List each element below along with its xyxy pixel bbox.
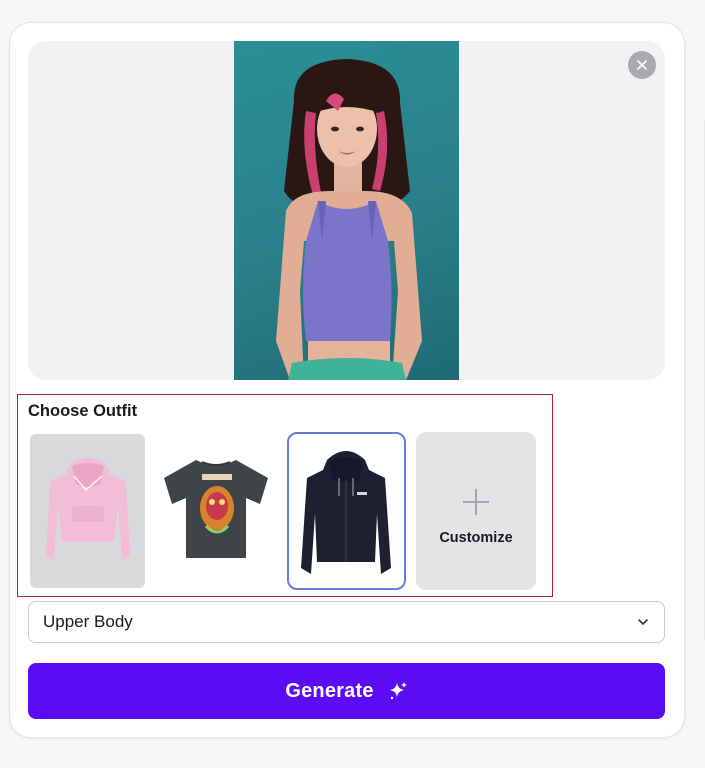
body-part-select[interactable]: Upper Body: [28, 601, 665, 643]
model-illustration: [276, 59, 422, 380]
outfit-option-pink-hoodie[interactable]: [30, 434, 145, 588]
body-part-selected-value: Upper Body: [43, 612, 133, 631]
close-button[interactable]: [628, 51, 656, 79]
customize-outfit-button[interactable]: Customize: [416, 432, 536, 590]
pink-hoodie-image: [46, 458, 130, 560]
outfit-option-graphic-tshirt[interactable]: [158, 434, 275, 588]
outfit-option-black-zip-hoodie[interactable]: [287, 432, 406, 590]
close-icon: [637, 60, 647, 70]
choose-outfit-heading: Choose Outfit: [28, 402, 138, 420]
black-zip-hoodie-image: [301, 451, 391, 574]
model-photo: [234, 41, 459, 380]
sparkle-icon: [389, 682, 407, 700]
chevron-down-icon: [638, 619, 648, 626]
generate-button[interactable]: Generate: [28, 663, 665, 719]
generate-label: Generate: [285, 679, 374, 702]
graphic-tshirt-image: [164, 460, 268, 558]
customize-label: Customize: [439, 530, 513, 546]
model-preview-area: [28, 41, 665, 380]
plus-icon: [461, 484, 491, 524]
